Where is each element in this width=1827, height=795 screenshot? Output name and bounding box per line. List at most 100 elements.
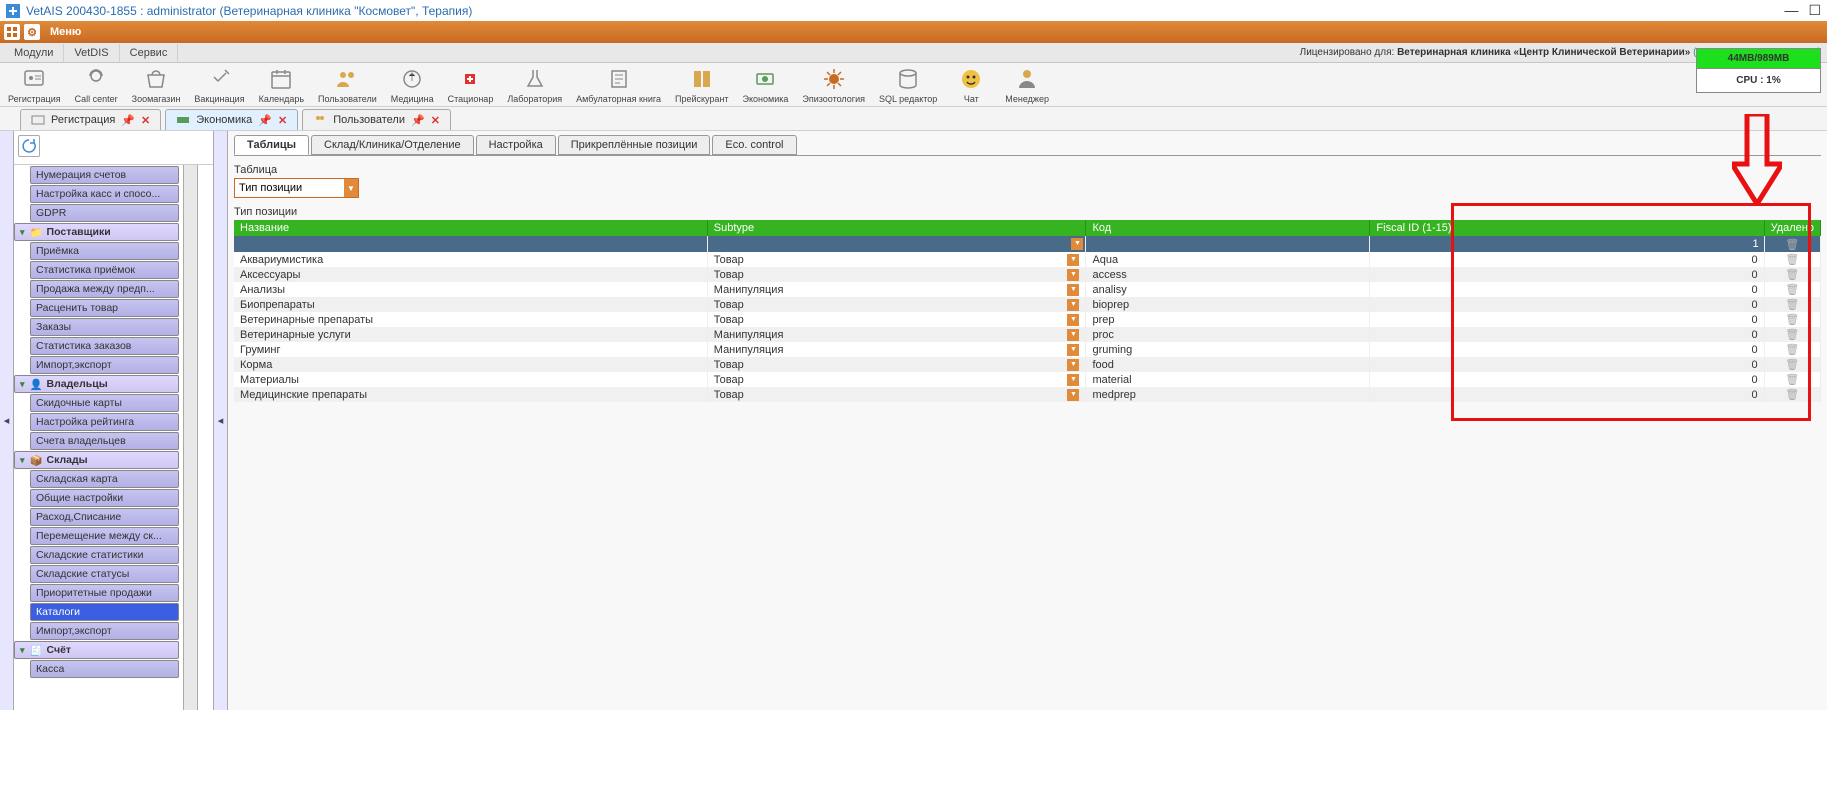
close-icon[interactable]: ✕	[141, 114, 150, 127]
cell-delete[interactable]: 🗑	[1764, 252, 1820, 267]
table-row[interactable]: БиопрепаратыТовар ▼bioprep0🗑	[234, 297, 1821, 312]
tool-zoomagazin[interactable]: Зоомагазин	[132, 67, 181, 104]
table-row[interactable]: АквариумистикаТовар ▼Aqua0🗑	[234, 252, 1821, 267]
tool-sql[interactable]: SQL редактор	[879, 67, 937, 104]
dropdown-icon[interactable]: ▼	[1067, 359, 1079, 371]
tool-manager[interactable]: Менеджер	[1005, 67, 1049, 104]
tool-registration[interactable]: Регистрация	[8, 67, 61, 104]
tab-vetdis[interactable]: VetDIS	[64, 44, 119, 62]
refresh-button[interactable]	[18, 135, 40, 157]
dropdown-icon[interactable]: ▼	[1067, 344, 1079, 356]
nav-import-export-2[interactable]: Импорт,экспорт	[30, 622, 179, 640]
nav-import-export-1[interactable]: Импорт,экспорт	[30, 356, 179, 374]
subtab-settings[interactable]: Настройка	[476, 135, 556, 155]
nav-catalogs[interactable]: Каталоги	[30, 603, 179, 621]
nav-price-good[interactable]: Расценить товар	[30, 299, 179, 317]
filter-subtype[interactable]	[709, 237, 1085, 251]
nav-general-settings[interactable]: Общие настройки	[30, 489, 179, 507]
pin-icon[interactable]: 📌	[121, 114, 135, 127]
tool-laboratory[interactable]: Лаборатория	[507, 67, 562, 104]
nav-wh-card[interactable]: Складская карта	[30, 470, 179, 488]
nav-transfer[interactable]: Перемещение между ск...	[30, 527, 179, 545]
col-fiscal[interactable]: Fiscal ID (1-15)	[1370, 220, 1764, 236]
nav-orders[interactable]: Заказы	[30, 318, 179, 336]
tool-pricelist[interactable]: Прейскурант	[675, 67, 729, 104]
tab-service[interactable]: Сервис	[120, 44, 179, 62]
cell-delete[interactable]: 🗑	[1764, 327, 1820, 342]
cell-delete[interactable]: 🗑	[1764, 297, 1820, 312]
tool-calendar[interactable]: Календарь	[259, 67, 304, 104]
table-row[interactable]: Ветеринарные препаратыТовар ▼prep0🗑	[234, 312, 1821, 327]
dropdown-icon[interactable]: ▼	[1067, 299, 1079, 311]
table-row[interactable]: МатериалыТовар ▼material0🗑	[234, 372, 1821, 387]
cell-delete[interactable]: 🗑	[1764, 372, 1820, 387]
table-select[interactable]: ▼	[234, 178, 359, 198]
col-code[interactable]: Код	[1086, 220, 1370, 236]
nav-cashsettings[interactable]: Настройка касс и спосо...	[30, 185, 179, 203]
subtab-attached[interactable]: Прикреплённые позиции	[558, 135, 711, 155]
nav-order-stats[interactable]: Статистика заказов	[30, 337, 179, 355]
tool-epizootology[interactable]: Эпизоотология	[802, 67, 865, 104]
tool-chat[interactable]: Чат	[951, 67, 991, 104]
cell-delete[interactable]: 🗑	[1764, 342, 1820, 357]
collapse-handle-left[interactable]: ◂	[0, 131, 14, 710]
menu-button[interactable]: Меню	[44, 26, 87, 38]
dropdown-icon[interactable]: ▼	[344, 179, 358, 197]
col-name[interactable]: Название	[234, 220, 707, 236]
nav-reception[interactable]: Приёмка	[30, 242, 179, 260]
table-row[interactable]: ГрумингМанипуляция ▼gruming0🗑	[234, 342, 1821, 357]
nav-cat-account[interactable]: ▾🧾Счёт	[14, 641, 179, 659]
tool-vaccination[interactable]: Вакцинация	[194, 67, 244, 104]
dropdown-icon[interactable]: ▼	[1067, 284, 1079, 296]
col-subtype[interactable]: Subtype	[707, 220, 1086, 236]
subtab-warehouse[interactable]: Склад/Клиника/Отделение	[311, 135, 474, 155]
dropdown-icon[interactable]: ▼	[1067, 314, 1079, 326]
cell-delete[interactable]: 🗑	[1764, 387, 1820, 402]
nav-cat-suppliers[interactable]: ▾📁Поставщики	[14, 223, 179, 241]
nav-owner-accounts[interactable]: Счета владельцев	[30, 432, 179, 450]
tool-users[interactable]: Пользователи	[318, 67, 377, 104]
cell-delete[interactable]: 🗑	[1764, 267, 1820, 282]
nav-expense[interactable]: Расход,Списание	[30, 508, 179, 526]
nav-cashbox[interactable]: Касса	[30, 660, 179, 678]
pin-icon[interactable]: 📌	[258, 114, 272, 127]
doctab-economy[interactable]: Экономика 📌 ✕	[165, 109, 298, 130]
minimize-button[interactable]: —	[1784, 2, 1798, 19]
pin-icon[interactable]: 📌	[411, 114, 425, 127]
nav-priority-sales[interactable]: Приоритетные продажи	[30, 584, 179, 602]
subtab-tables[interactable]: Таблицы	[234, 135, 309, 155]
close-icon[interactable]: ✕	[278, 114, 287, 127]
tab-modules[interactable]: Модули	[4, 44, 64, 62]
tool-economy[interactable]: Экономика	[743, 67, 789, 104]
table-row[interactable]: Медицинские препаратыТовар ▼medprep0🗑	[234, 387, 1821, 402]
tool-callcenter[interactable]: Call center	[75, 67, 118, 104]
gear-icon[interactable]: ⚙	[24, 24, 40, 40]
tool-ambulatory[interactable]: Амбулаторная книга	[576, 67, 661, 104]
table-row[interactable]: АнализыМанипуляция ▼analisy0🗑	[234, 282, 1821, 297]
dropdown-icon[interactable]: ▼	[1067, 254, 1079, 266]
close-icon[interactable]: ✕	[431, 114, 440, 127]
dropdown-icon[interactable]: ▼	[1067, 374, 1079, 386]
dropdown-icon[interactable]: ▼	[1067, 269, 1079, 281]
doctab-users[interactable]: Пользователи 📌 ✕	[302, 109, 451, 130]
nav-cat-owners[interactable]: ▾👤Владельцы	[14, 375, 179, 393]
dropdown-icon[interactable]: ▼	[1067, 329, 1079, 341]
nav-sale-between[interactable]: Продажа между предп...	[30, 280, 179, 298]
nav-cat-warehouses[interactable]: ▾📦Склады	[14, 451, 179, 469]
nav-wh-status[interactable]: Складские статусы	[30, 565, 179, 583]
nav-discount-cards[interactable]: Скидочные карты	[30, 394, 179, 412]
dropdown-icon[interactable]: ▼	[1071, 238, 1083, 250]
filter-name[interactable]	[235, 237, 706, 251]
nav-reception-stats[interactable]: Статистика приёмок	[30, 261, 179, 279]
nav-scrollbar[interactable]	[184, 165, 198, 710]
doctab-registration[interactable]: Регистрация 📌 ✕	[20, 109, 161, 130]
dropdown-icon[interactable]: ▼	[1067, 389, 1079, 401]
nav-rating-settings[interactable]: Настройка рейтинга	[30, 413, 179, 431]
maximize-button[interactable]: ☐	[1808, 2, 1821, 19]
collapse-handle-right[interactable]: ◂	[214, 131, 228, 710]
table-row[interactable]: АксессуарыТовар ▼access0🗑	[234, 267, 1821, 282]
table-row[interactable]: Ветеринарные услугиМанипуляция ▼proc0🗑	[234, 327, 1821, 342]
tool-medicine[interactable]: Медицина	[391, 67, 434, 104]
table-select-input[interactable]	[235, 180, 344, 196]
subtab-ecocontrol[interactable]: Eco. control	[712, 135, 796, 155]
